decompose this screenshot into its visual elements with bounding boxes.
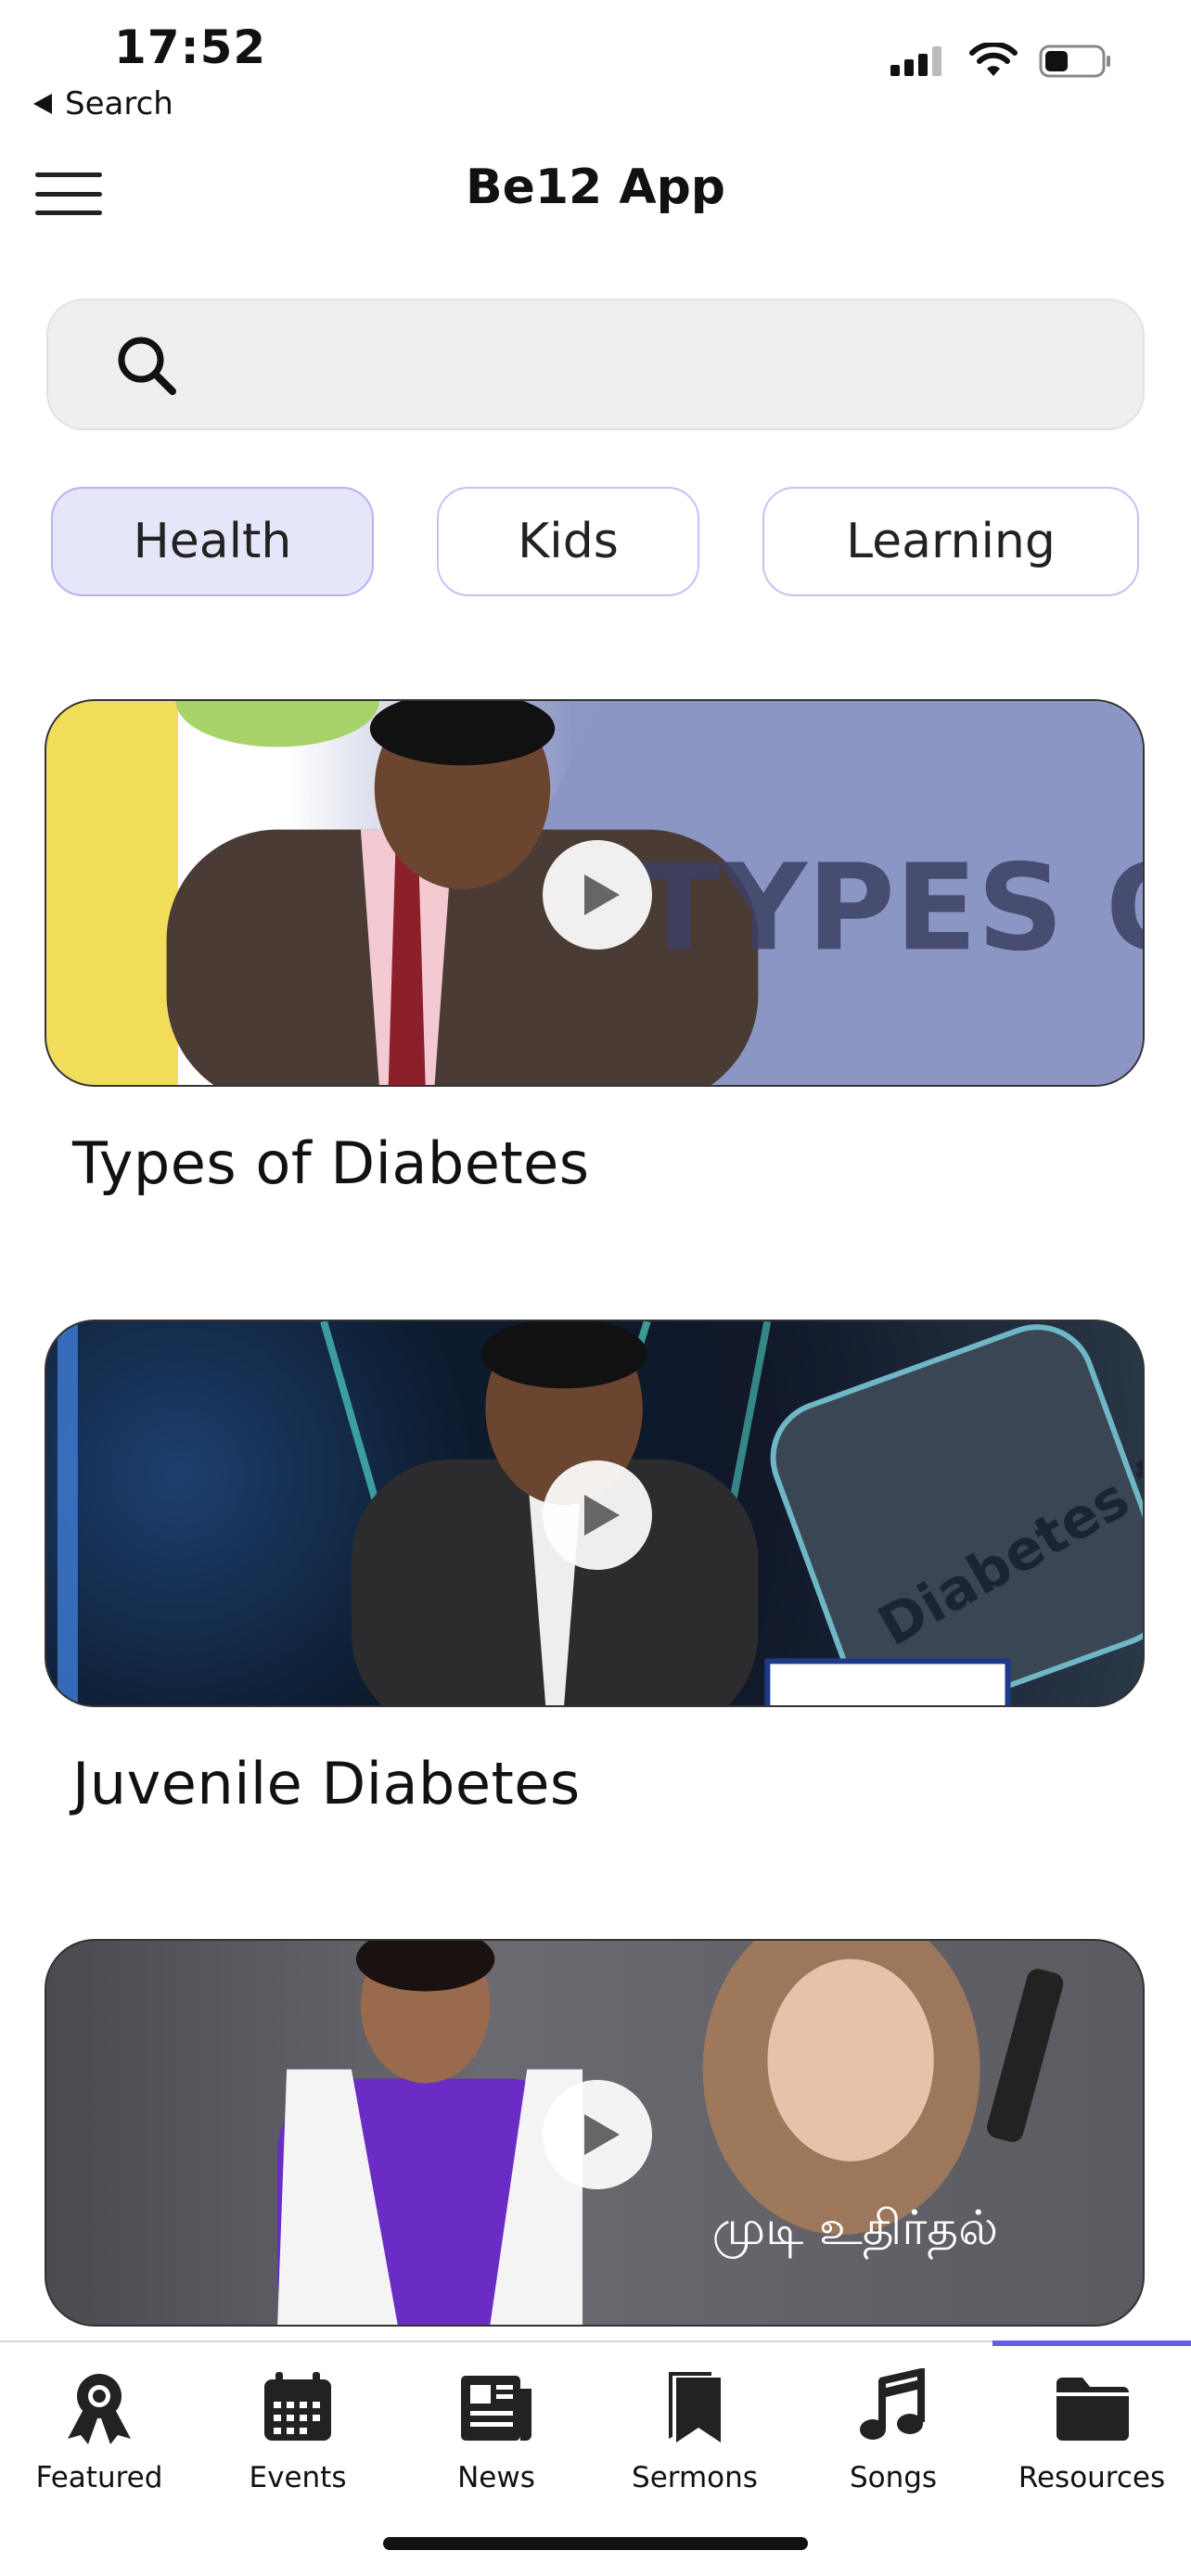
category-chip-kids[interactable]: Kids	[437, 487, 699, 596]
tab-featured[interactable]: Featured	[0, 2344, 198, 2520]
back-to-search-link[interactable]: Search	[33, 85, 173, 122]
battery-icon	[1039, 45, 1110, 78]
tab-sermons[interactable]: Sermons	[596, 2344, 794, 2520]
back-search-label: Search	[65, 85, 173, 122]
category-chip-learning[interactable]: Learning	[762, 487, 1139, 596]
wifi-icon	[969, 43, 1018, 76]
tab-events[interactable]: Events	[198, 2344, 397, 2520]
play-button[interactable]	[543, 1460, 652, 1570]
play-icon	[584, 2114, 620, 2155]
tab-label: Events	[249, 2461, 347, 2494]
play-icon	[584, 874, 620, 915]
status-icons	[889, 43, 1113, 80]
tab-label: Sermons	[632, 2461, 758, 2494]
search-input[interactable]	[206, 328, 1115, 402]
tab-label: Songs	[849, 2461, 938, 2494]
video-title[interactable]: Juvenile Diabetes	[72, 1750, 581, 1817]
video-thumbnail[interactable]: முடி உதிர்தல்	[45, 1939, 1145, 2327]
search-bar[interactable]	[46, 299, 1145, 430]
thumb-text: முடி உதிர்தல்	[712, 2200, 999, 2260]
play-button[interactable]	[543, 2080, 652, 2189]
page-title: Be12 App	[465, 159, 726, 215]
video-thumbnail[interactable]: TYPES OF DIABETES	[45, 699, 1145, 1087]
folder-icon	[1057, 2378, 1129, 2441]
play-button[interactable]	[543, 840, 652, 950]
thumb-text: TYPES OF DIABETES	[638, 839, 1143, 978]
newspaper-icon	[461, 2376, 531, 2441]
bookmark-icon	[669, 2372, 721, 2442]
search-icon[interactable]	[113, 332, 180, 399]
tab-songs[interactable]: Songs	[794, 2344, 992, 2520]
play-icon	[584, 1495, 620, 1536]
tab-label: News	[457, 2461, 535, 2494]
video-thumbnail[interactable]: Diabetes type 1	[45, 1320, 1145, 1707]
cellular-signal-icon	[890, 46, 941, 76]
tab-resources[interactable]: Resources	[992, 2344, 1191, 2520]
tab-label: Featured	[35, 2461, 163, 2494]
back-arrow-icon	[33, 94, 52, 114]
tab-news[interactable]: News	[397, 2344, 596, 2520]
video-title[interactable]: Types of Diabetes	[72, 1129, 590, 1197]
home-indicator[interactable]	[383, 2537, 808, 2550]
tab-label: Resources	[1018, 2461, 1166, 2494]
calendar-icon	[264, 2372, 331, 2441]
music-icon	[860, 2368, 925, 2440]
status-time: 17:52	[114, 20, 267, 74]
category-chip-health[interactable]: Health	[51, 487, 374, 596]
award-icon	[68, 2374, 131, 2444]
